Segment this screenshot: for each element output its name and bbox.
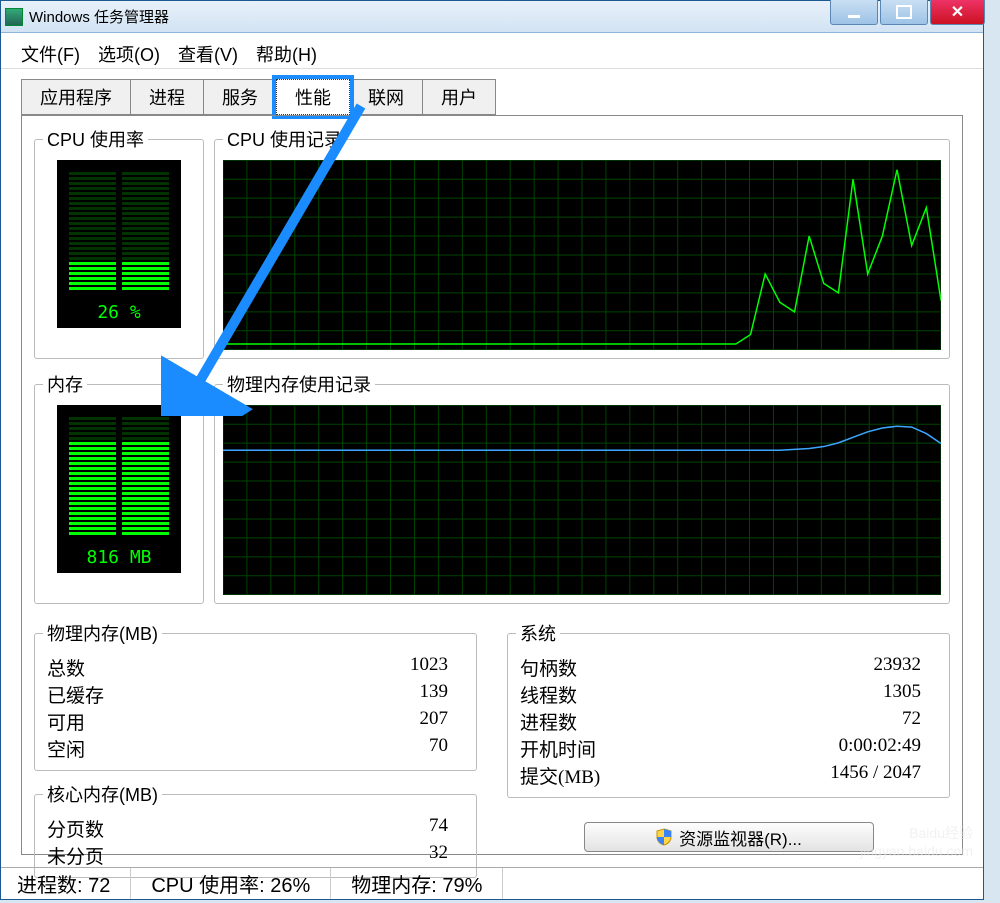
menu-view[interactable]: 查看(V) xyxy=(174,39,242,62)
cpu-usage-value: 26 % xyxy=(69,302,169,323)
close-button[interactable] xyxy=(930,0,985,25)
memory-title: 内存 xyxy=(43,371,87,397)
task-manager-window: Windows 任务管理器 文件(F) 选项(O) 查看(V) 帮助(H) 应用… xyxy=(0,0,984,900)
tab-strip: 应用程序 进程 服务 性能 联网 用户 xyxy=(1,69,983,115)
system-title: 系统 xyxy=(516,620,560,646)
sys-handles-label: 句柄数 xyxy=(520,654,577,681)
sys-uptime-value: 0:00:02:49 xyxy=(839,735,921,762)
menu-options[interactable]: 选项(O) xyxy=(94,39,164,62)
physical-memory-title: 物理内存(MB) xyxy=(43,620,162,646)
cpu-gauge: 26 % xyxy=(57,160,181,328)
sys-threads-value: 1305 xyxy=(883,681,921,708)
performance-panel: CPU 使用率 26 % CPU 使用记录 内存 816 MB 物理内存 xyxy=(21,115,963,855)
kernel-paged-label: 分页数 xyxy=(47,815,104,842)
memory-box: 内存 816 MB xyxy=(34,371,204,604)
phys-cached-label: 已缓存 xyxy=(47,681,104,708)
cpu-usage-box: CPU 使用率 26 % xyxy=(34,126,204,359)
tab-applications[interactable]: 应用程序 xyxy=(21,79,131,115)
cpu-history-box: CPU 使用记录 xyxy=(214,126,950,359)
sys-uptime-label: 开机时间 xyxy=(520,735,596,762)
tab-services[interactable]: 服务 xyxy=(203,79,277,115)
kernel-memory-title: 核心内存(MB) xyxy=(43,781,162,807)
minimize-button[interactable] xyxy=(830,0,878,25)
phys-free-label: 空闲 xyxy=(47,735,85,762)
titlebar[interactable]: Windows 任务管理器 xyxy=(1,1,983,33)
memory-gauge: 816 MB xyxy=(57,405,181,573)
status-cpu: CPU 使用率: 26% xyxy=(131,868,331,899)
menu-file[interactable]: 文件(F) xyxy=(17,39,84,62)
sys-commit-label: 提交(MB) xyxy=(520,762,600,789)
tab-networking[interactable]: 联网 xyxy=(349,79,423,115)
memory-history-chart xyxy=(223,405,941,595)
shield-icon xyxy=(655,828,673,846)
phys-total-value: 1023 xyxy=(410,654,448,681)
memory-history-box: 物理内存使用记录 xyxy=(214,371,950,604)
menubar: 文件(F) 选项(O) 查看(V) 帮助(H) xyxy=(1,33,983,69)
phys-avail-label: 可用 xyxy=(47,708,85,735)
memory-value: 816 MB xyxy=(69,547,169,568)
phys-free-value: 70 xyxy=(429,735,448,762)
cpu-history-title: CPU 使用记录 xyxy=(223,126,346,152)
resource-monitor-button[interactable]: 资源监视器(R)... xyxy=(584,822,874,852)
resource-monitor-label: 资源监视器(R)... xyxy=(679,825,802,850)
phys-cached-value: 139 xyxy=(420,681,449,708)
tab-processes[interactable]: 进程 xyxy=(130,79,204,115)
tab-users[interactable]: 用户 xyxy=(422,79,496,115)
kernel-nonpaged-value: 32 xyxy=(429,842,448,869)
status-bar: 进程数: 72 CPU 使用率: 26% 物理内存: 79% xyxy=(1,867,983,899)
status-processes: 进程数: 72 xyxy=(17,868,131,899)
system-group: 系统 句柄数 23932 线程数 1305 进程数 72 开机时间 0:00:02:49… xyxy=(507,620,950,798)
menu-help[interactable]: 帮助(H) xyxy=(252,39,321,62)
watermark: Baidu经验 jingyan.baidu.com xyxy=(860,823,973,859)
sys-handles-value: 23932 xyxy=(874,654,922,681)
kernel-memory-group: 核心内存(MB) 分页数 74 未分页 32 xyxy=(34,781,477,878)
sys-processes-label: 进程数 xyxy=(520,708,577,735)
cpu-history-chart xyxy=(223,160,941,350)
phys-total-label: 总数 xyxy=(47,654,85,681)
physical-memory-group: 物理内存(MB) 总数 1023 已缓存 139 可用 207 空闲 70 xyxy=(34,620,477,771)
memory-history-title: 物理内存使用记录 xyxy=(223,371,375,397)
sys-processes-value: 72 xyxy=(902,708,921,735)
tab-performance[interactable]: 性能 xyxy=(276,79,350,115)
status-memory: 物理内存: 79% xyxy=(331,868,503,899)
phys-avail-value: 207 xyxy=(420,708,449,735)
kernel-nonpaged-label: 未分页 xyxy=(47,842,104,869)
maximize-button[interactable] xyxy=(880,0,928,25)
app-icon xyxy=(5,8,23,26)
cpu-usage-title: CPU 使用率 xyxy=(43,126,148,152)
sys-threads-label: 线程数 xyxy=(520,681,577,708)
kernel-paged-value: 74 xyxy=(429,815,448,842)
sys-commit-value: 1456 / 2047 xyxy=(830,762,921,789)
